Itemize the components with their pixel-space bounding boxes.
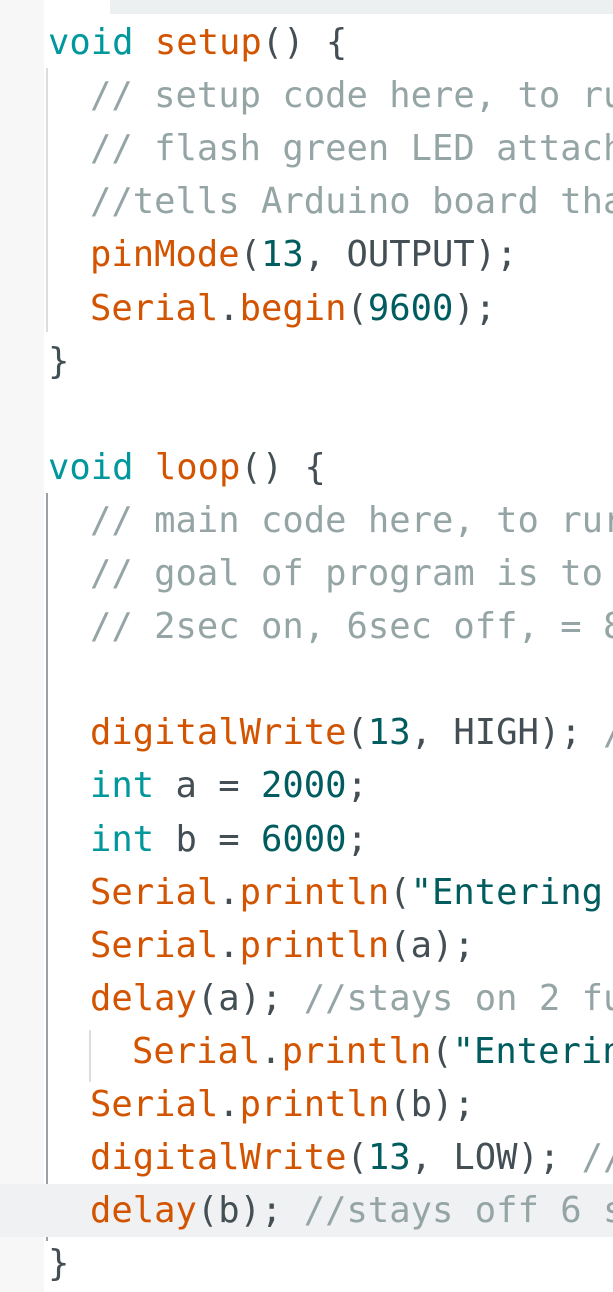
code-token: } [48, 340, 70, 382]
code-token: // [581, 1137, 613, 1179]
code-line[interactable] [0, 388, 48, 441]
horizontal-scrollbar[interactable] [110, 0, 613, 14]
code-token: delay [90, 1190, 197, 1232]
code-token: 13 [261, 234, 304, 276]
code-line[interactable]: Serial.println(b); [0, 1078, 475, 1131]
code-line[interactable]: void setup() { [0, 16, 347, 69]
code-token: . [218, 1084, 240, 1125]
code-token: ; [346, 818, 368, 860]
code-line[interactable]: digitalWrite(13, LOW); // [0, 1131, 613, 1184]
code-line[interactable]: int b = 6000; [0, 813, 368, 866]
code-token: ( [346, 712, 368, 754]
code-token: () { [261, 22, 348, 63]
code-line[interactable]: Serial.begin(9600); [0, 282, 496, 335]
code-token: //stays on 2 fu [303, 977, 613, 1019]
code-token: Serial [90, 924, 219, 966]
code-token: ); [453, 287, 497, 329]
code-line[interactable]: Serial.println("Entering [0, 866, 613, 919]
code-token: . [218, 871, 240, 913]
code-line[interactable]: Serial.println(a); [0, 919, 475, 972]
code-token: // goal of program is to [90, 553, 613, 594]
code-token: 13 [367, 1137, 411, 1179]
code-token: , OUTPUT); [303, 234, 518, 276]
code-token: (a); [389, 924, 475, 966]
code-token: 2000 [261, 765, 347, 807]
code-token: int [90, 818, 155, 860]
code-token: // flash green LED attach [90, 128, 613, 170]
code-line[interactable]: } [0, 335, 69, 388]
code-line[interactable]: // flash green LED attach [0, 122, 613, 175]
code-token: void [48, 22, 134, 63]
code-line[interactable]: // 2sec on, 6sec off, = 8 [0, 600, 613, 653]
code-line[interactable]: int a = 2000; [0, 759, 368, 812]
code-token: loop [154, 446, 241, 488]
code-token: println [239, 1084, 390, 1125]
code-line-current[interactable]: delay(b); //stays off 6 s [0, 1184, 613, 1238]
code-token: digitalWrite [90, 1137, 347, 1179]
code-token: (b); [196, 1190, 304, 1232]
code-token: , HIGH); [410, 712, 603, 754]
code-token: ( [431, 1030, 453, 1072]
code-token: digitalWrite [90, 712, 347, 754]
code-token: ( [346, 287, 368, 329]
code-token: (b); [389, 1084, 475, 1125]
code-token: } [48, 1243, 70, 1285]
code-token: ( [239, 234, 261, 276]
code-token: Serial [90, 1084, 219, 1125]
code-token: Serial [90, 871, 219, 913]
code-token: () { [240, 446, 326, 488]
code-token: ( [389, 871, 411, 913]
code-line[interactable]: digitalWrite(13, HIGH); / [0, 706, 613, 759]
code-token: begin [239, 287, 347, 329]
code-token: . [218, 924, 240, 966]
code-token: println [239, 871, 390, 913]
code-token: void [48, 446, 134, 488]
code-line[interactable]: void loop() { [0, 441, 326, 494]
code-token: (a); [196, 977, 304, 1019]
code-token: , LOW); [410, 1137, 582, 1179]
code-token: 13 [367, 712, 411, 754]
code-token: pinMode [90, 234, 240, 276]
code-token: //stays off 6 s [303, 1190, 613, 1232]
code-line[interactable]: Serial.println("Enterin [0, 1025, 613, 1078]
code-token: // setup code here, to ru [90, 75, 613, 117]
code-line[interactable]: //tells Arduino board tha [0, 175, 613, 228]
code-token: int [90, 765, 155, 807]
code-token: 9600 [367, 287, 454, 329]
code-token: "Enterin [452, 1030, 613, 1072]
code-token: //tells Arduino board tha [90, 181, 613, 223]
code-token: "Entering [410, 871, 613, 913]
code-line[interactable]: // main code here, to rur [0, 494, 613, 547]
code-line[interactable] [0, 653, 90, 706]
code-token: ; [346, 765, 368, 807]
code-token: // 2sec on, 6sec off, = 8 [90, 606, 613, 648]
code-line[interactable]: // goal of program is to [0, 547, 613, 600]
code-line[interactable]: // setup code here, to ru [0, 69, 613, 122]
code-token: a = [154, 765, 261, 807]
code-token: 6000 [261, 818, 347, 860]
code-token: Serial [132, 1030, 261, 1072]
code-token: . [218, 287, 240, 329]
code-line[interactable]: } [0, 1237, 69, 1290]
code-token: // main code here, to rur [90, 499, 613, 541]
code-token: setup [154, 22, 262, 63]
code-line[interactable]: delay(a); //stays on 2 fu [0, 972, 613, 1025]
code-token: println [239, 924, 390, 966]
code-token: . [260, 1030, 282, 1072]
code-token: delay [90, 977, 197, 1019]
code-token: b = [154, 818, 261, 860]
code-token: println [281, 1030, 432, 1072]
code-line[interactable]: pinMode(13, OUTPUT); [0, 228, 517, 281]
code-editor[interactable]: void setup() {// setup code here, to ru /… [0, 0, 613, 1292]
code-token: ( [346, 1137, 368, 1179]
code-token: / [603, 712, 613, 753]
code-token: Serial [90, 287, 219, 329]
